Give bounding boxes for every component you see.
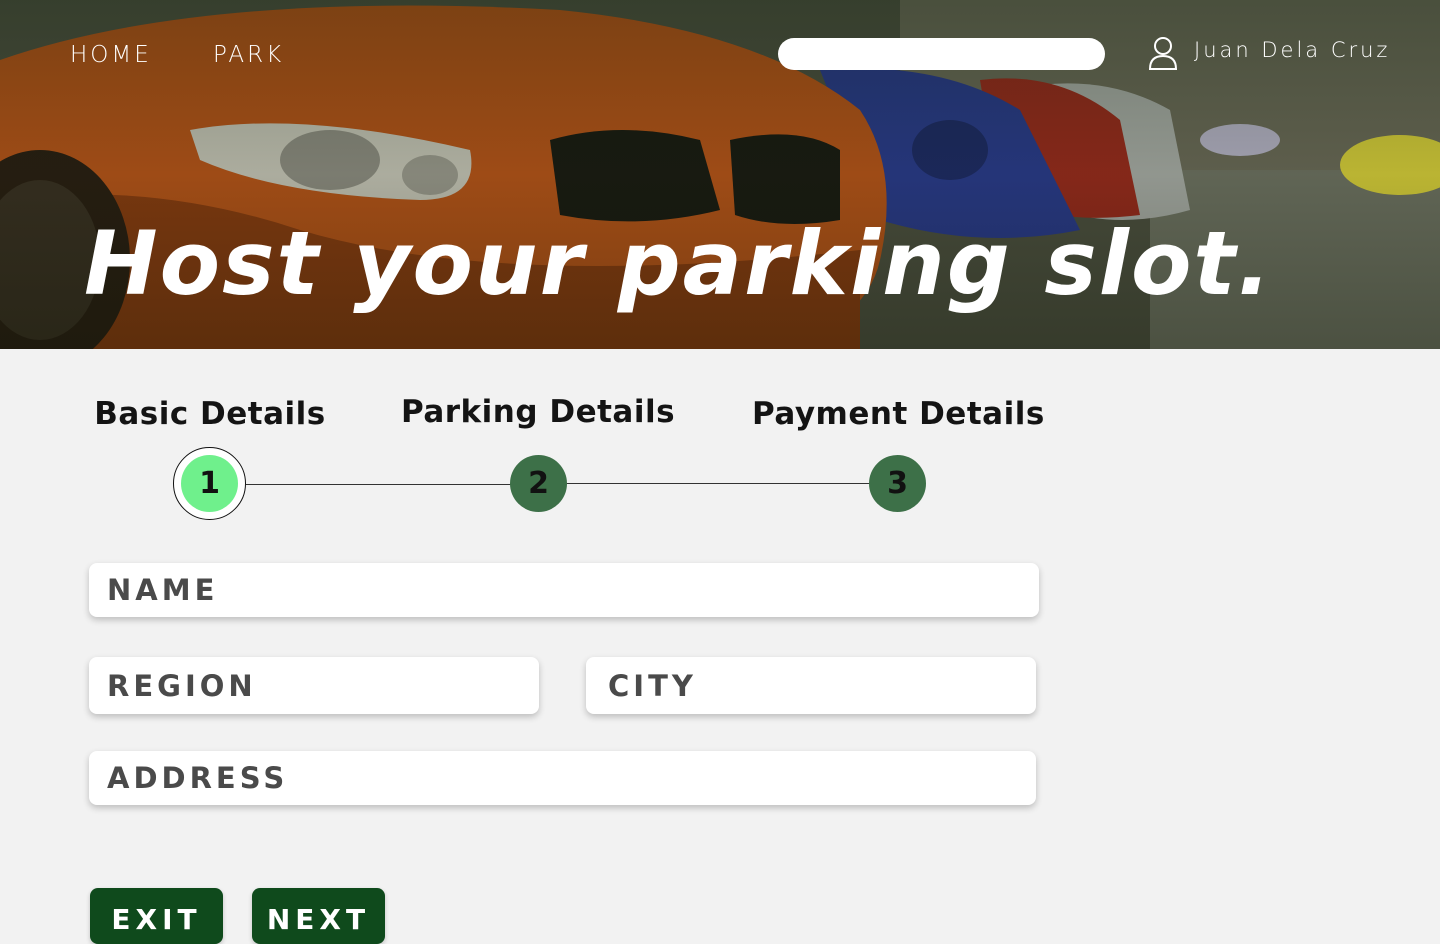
step-connector: [246, 484, 512, 485]
step-label-parking-details: Parking Details: [400, 394, 676, 430]
nav-park-link[interactable]: PARK: [213, 42, 284, 68]
exit-button[interactable]: EXIT: [90, 888, 223, 944]
user-icon[interactable]: [1148, 36, 1178, 70]
step-label-basic-details: Basic Details: [94, 396, 326, 432]
page-title: Host your parking slot.: [84, 212, 1273, 315]
nav-home-link[interactable]: HOME: [70, 42, 152, 68]
step-label-payment-details: Payment Details: [752, 396, 1045, 432]
region-field[interactable]: [89, 657, 539, 714]
next-button[interactable]: NEXT: [252, 888, 385, 944]
user-name[interactable]: Juan Dela Cruz: [1194, 38, 1390, 62]
name-field[interactable]: [89, 563, 1039, 617]
address-field[interactable]: [89, 751, 1036, 805]
hero-banner: HOME PARK Juan Dela Cruz Host your parki…: [0, 0, 1440, 349]
city-field[interactable]: [586, 657, 1036, 714]
search-input[interactable]: [778, 38, 1105, 70]
step-1-indicator[interactable]: 1: [181, 455, 238, 512]
step-2-indicator[interactable]: 2: [510, 455, 567, 512]
step-connector: [566, 483, 871, 484]
step-3-indicator[interactable]: 3: [869, 455, 926, 512]
